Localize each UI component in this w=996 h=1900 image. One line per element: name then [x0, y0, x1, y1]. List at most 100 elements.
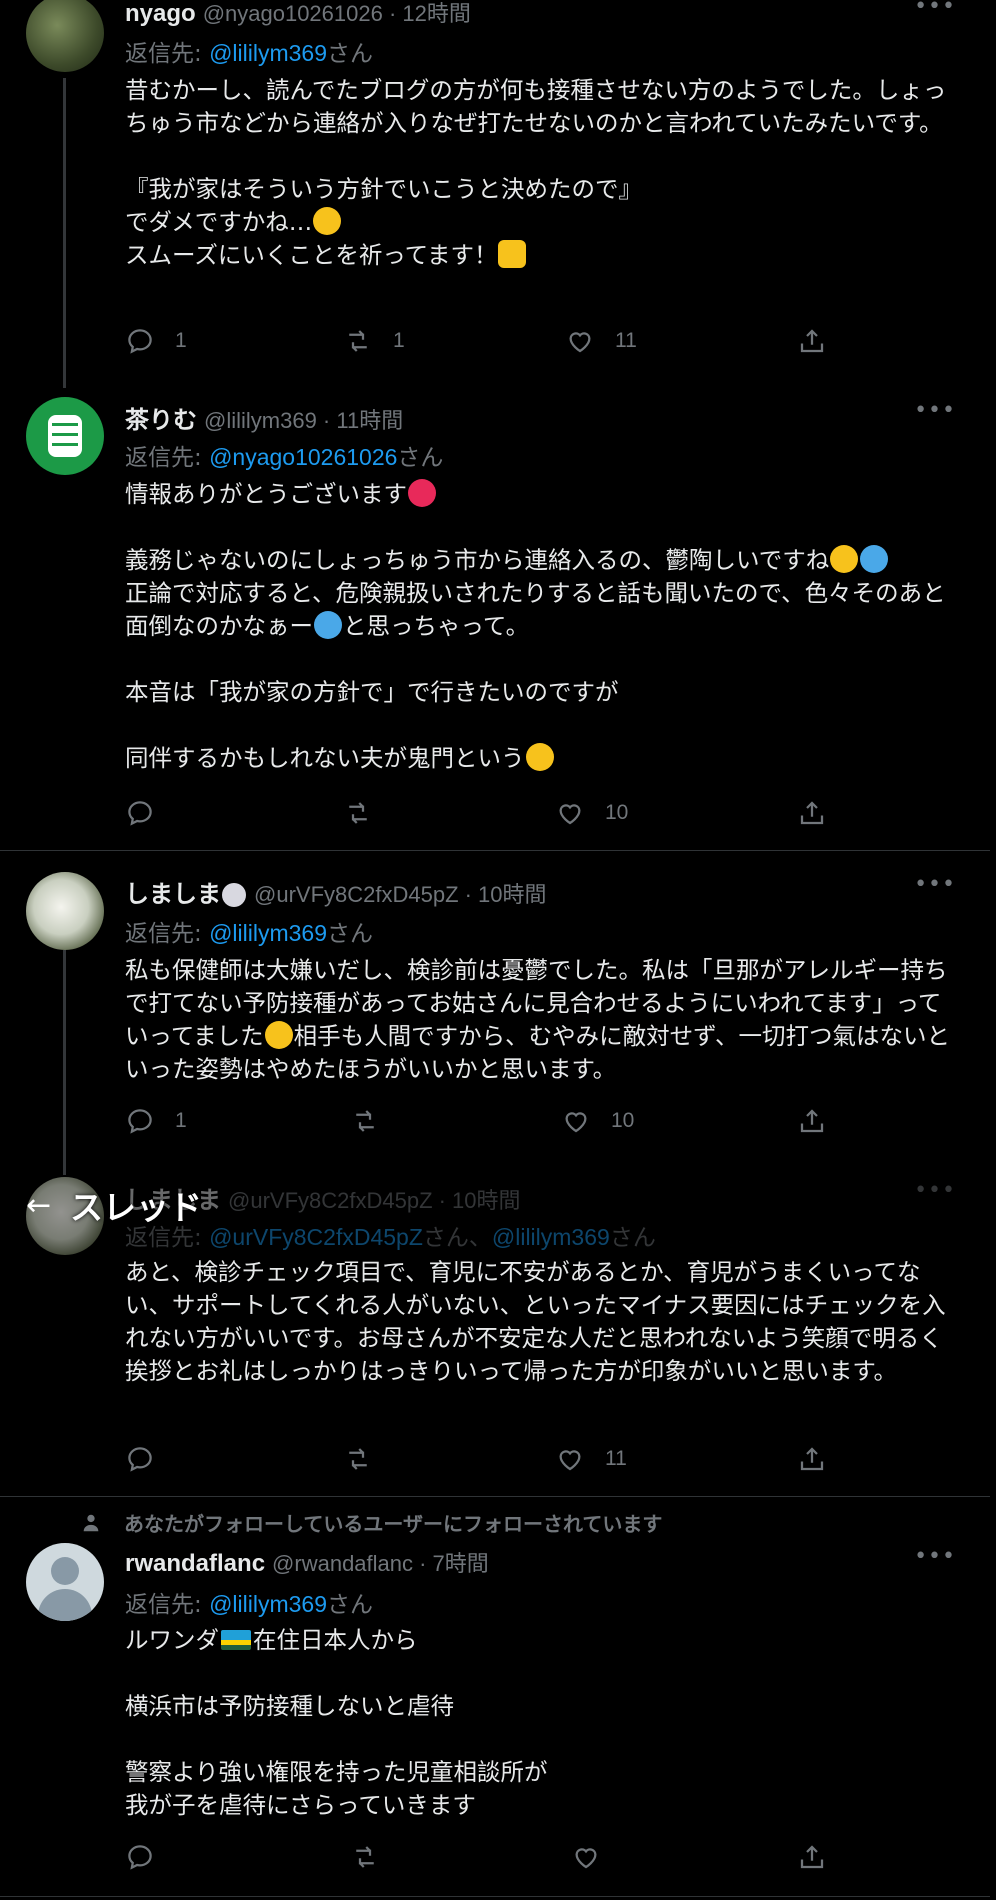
- handle-time[interactable]: @urVFy8C2fxD45pZ · 10時間: [228, 1188, 521, 1213]
- handle-time[interactable]: @rwandaflanc · 7時間: [272, 1551, 489, 1576]
- tweet-actions: 1 10: [125, 1104, 831, 1138]
- tweet-header: nyago @nyago10261026 · 12時間: [125, 0, 471, 28]
- reply-button[interactable]: 1: [125, 324, 187, 358]
- retweet-button[interactable]: [350, 1840, 380, 1874]
- mention-link[interactable]: @lililym369: [209, 1591, 327, 1617]
- reply-button[interactable]: [125, 1840, 155, 1874]
- like-count: 11: [615, 329, 637, 352]
- heart-icon: [559, 1450, 581, 1471]
- like-button[interactable]: 11: [555, 1442, 627, 1476]
- reply-icon: [128, 1845, 152, 1870]
- avatar[interactable]: [26, 872, 104, 950]
- mention-link[interactable]: @lililym369: [209, 40, 327, 66]
- share-button[interactable]: [797, 1840, 827, 1874]
- retweet-icon: [356, 1846, 374, 1868]
- tweet-header: しましま @urVFy8C2fxD45pZ · 10時間: [125, 874, 547, 909]
- share-button[interactable]: [797, 324, 827, 358]
- reply-count: 1: [175, 329, 187, 352]
- thread-line: [63, 78, 66, 388]
- tweet-header: 茶りむ @lililym369 · 11時間: [125, 400, 403, 435]
- share-icon: [800, 801, 824, 825]
- share-icon: [800, 1109, 824, 1133]
- display-name[interactable]: しましま: [125, 881, 221, 908]
- avatar[interactable]: [26, 397, 104, 475]
- share-icon: [800, 329, 824, 353]
- tweet-text: 昔むかーし、読んでたブログの方が何も接種させない方のようでした。しょっちゅう市な…: [125, 76, 947, 269]
- like-count: 11: [605, 1447, 627, 1470]
- avatar[interactable]: [26, 0, 104, 72]
- share-button[interactable]: [797, 1442, 827, 1476]
- more-icon[interactable]: •••: [914, 398, 956, 423]
- like-button[interactable]: 10: [561, 1104, 634, 1138]
- reply-icon: [128, 1447, 152, 1472]
- tweet-text: 私も保健師は大嫌いだし、検診前は憂鬱でした。私は「旦那がアレルギー持ちで打てない…: [125, 956, 951, 1083]
- astonished-emoji-icon: [830, 545, 859, 573]
- retweet-icon: [349, 802, 367, 824]
- more-icon[interactable]: •••: [914, 872, 956, 897]
- rwanda-flag-emoji-icon: [221, 1630, 251, 1650]
- thread-title: スレッド: [70, 1188, 202, 1227]
- retweet-button[interactable]: 1: [343, 324, 405, 358]
- reply-icon: [128, 329, 152, 354]
- share-icon: [800, 1447, 824, 1471]
- handle-time[interactable]: @urVFy8C2fxD45pZ · 10時間: [254, 882, 547, 907]
- divider: [0, 1496, 990, 1497]
- tweet-actions: 11: [125, 1442, 831, 1476]
- sweat-drops-emoji-icon: [314, 611, 342, 639]
- reply-to: 返信先: @urVFy8C2fxD45pZさん、@lililym369さん: [125, 1224, 656, 1251]
- like-button[interactable]: [571, 1840, 601, 1874]
- reply-button[interactable]: 1: [125, 1104, 187, 1138]
- rofl-emoji-icon: [525, 743, 554, 771]
- sweat-drops-emoji-icon: [860, 545, 889, 573]
- divider: [0, 850, 990, 851]
- tweet-text: 情報ありがとうございます 義務じゃないのにしょっちゅう市から連絡入るの、鬱陶しい…: [125, 479, 946, 772]
- thread-header: ← スレッド: [26, 1185, 202, 1228]
- two-hearts-emoji-icon: [408, 479, 436, 507]
- retweet-button[interactable]: [343, 1442, 393, 1476]
- reply-to: 返信先: @lililym369さん: [125, 1591, 373, 1618]
- tweet-actions: [125, 1840, 831, 1874]
- reply-to: 返信先: @lililym369さん: [125, 920, 373, 947]
- handle-time[interactable]: @nyago10261026 · 12時間: [203, 1, 471, 26]
- retweet-button[interactable]: [350, 1104, 400, 1138]
- mention-link[interactable]: @nyago10261026: [209, 444, 397, 470]
- retweet-count: 1: [393, 329, 405, 352]
- person-icon: [83, 1514, 99, 1531]
- heart-icon: [575, 1848, 597, 1869]
- mention-link[interactable]: @lililym369: [209, 920, 327, 946]
- thread-line: [63, 950, 66, 1175]
- retweet-icon: [349, 330, 367, 352]
- mention-link[interactable]: @urVFy8C2fxD45pZ: [209, 1224, 423, 1250]
- more-icon[interactable]: •••: [914, 1178, 956, 1203]
- share-button[interactable]: [797, 796, 827, 830]
- social-context: あなたがフォローしているユーザーにフォローされています: [80, 1508, 662, 1537]
- heart-icon: [559, 804, 581, 825]
- reply-count: 1: [175, 1109, 187, 1132]
- avatar[interactable]: [26, 1543, 104, 1621]
- tweet-text: あと、検診チェック項目で、育児に不安があるとか、育児がうまくいってない、サポート…: [125, 1258, 946, 1385]
- heart-icon: [565, 1112, 587, 1133]
- more-icon[interactable]: •••: [914, 1544, 956, 1569]
- more-icon[interactable]: •••: [914, 0, 956, 19]
- display-name[interactable]: 茶りむ: [125, 407, 197, 434]
- reply-icon: [128, 1109, 152, 1134]
- display-name[interactable]: rwandaflanc: [125, 1550, 265, 1577]
- sweat-smile-emoji-icon: [313, 207, 342, 235]
- sweat-smile-emoji-icon: [264, 1021, 293, 1049]
- share-button[interactable]: [797, 1104, 827, 1138]
- like-button[interactable]: 11: [565, 324, 637, 358]
- handle-time[interactable]: @lililym369 · 11時間: [204, 408, 403, 433]
- retweet-icon: [349, 1448, 367, 1470]
- retweet-button[interactable]: [343, 796, 393, 830]
- divider: [0, 1896, 990, 1897]
- like-button[interactable]: 10: [555, 796, 628, 830]
- tweet-header: rwandaflanc @rwandaflanc · 7時間: [125, 1546, 489, 1578]
- reply-button[interactable]: [125, 1442, 175, 1476]
- rabbit-emoji-icon: [222, 883, 246, 907]
- reply-button[interactable]: [125, 796, 175, 830]
- tweet-actions: 1 1 11: [125, 324, 831, 358]
- reply-to: 返信先: @lililym369さん: [125, 40, 373, 67]
- mention-link[interactable]: @lililym369: [492, 1224, 610, 1250]
- back-arrow-icon[interactable]: ←: [26, 1188, 70, 1223]
- display-name[interactable]: nyago: [125, 0, 196, 27]
